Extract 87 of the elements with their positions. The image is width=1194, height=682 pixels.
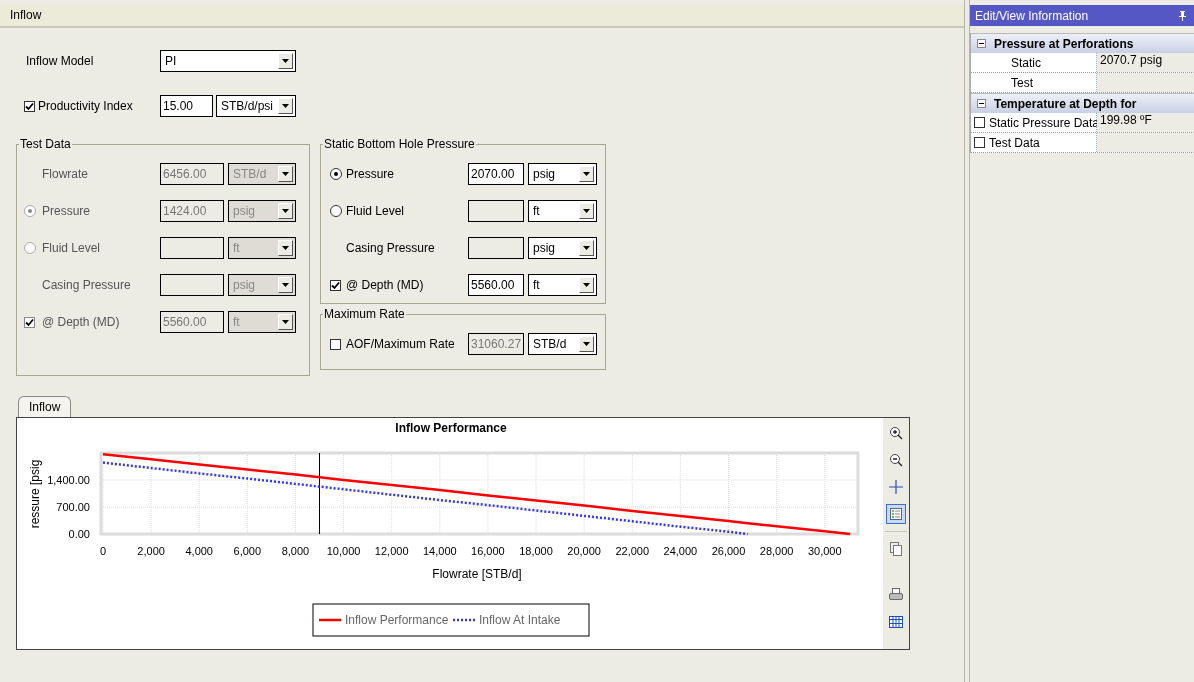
tick-label: 10,000 xyxy=(326,545,361,557)
caret-icon xyxy=(278,53,293,69)
radio-button[interactable] xyxy=(330,205,342,217)
collapse-icon[interactable] xyxy=(977,96,986,111)
caret-icon xyxy=(278,203,293,219)
model-dropdown[interactable]: PI xyxy=(160,50,296,72)
field-label: Pressure xyxy=(346,167,396,181)
caret-icon xyxy=(278,277,293,293)
field-label: Productivity Index xyxy=(38,99,133,113)
collapse-icon[interactable] xyxy=(977,36,986,51)
tick-label: 6,000 xyxy=(233,545,262,557)
caret-icon xyxy=(579,240,594,256)
tick-label: 26,000 xyxy=(711,545,746,557)
caret-icon xyxy=(278,240,293,256)
unit-dropdown[interactable]: STB/d xyxy=(528,333,597,355)
tick-label: 16,000 xyxy=(471,545,505,557)
pin-icon[interactable] xyxy=(1179,10,1186,21)
checkbox[interactable] xyxy=(974,137,985,148)
caret-icon xyxy=(579,336,594,352)
axis-label: ressure [psig xyxy=(28,459,42,529)
panel-title-text: Edit/View Information xyxy=(975,8,1089,23)
tick-label: 30,000 xyxy=(807,545,842,557)
field-label: Casing Pressure xyxy=(42,278,132,292)
tick-label: 18,000 xyxy=(519,545,553,557)
chart-title: Inflow Performance xyxy=(395,421,507,435)
field-label: @ Depth (MD) xyxy=(42,315,121,329)
field-label: AOF/Maximum Rate xyxy=(346,337,456,351)
field-label: Flowrate xyxy=(42,167,89,181)
property-name: Static xyxy=(1011,55,1041,70)
input-field[interactable]: 5560.00 xyxy=(468,274,524,296)
caret-icon xyxy=(579,166,594,182)
section-header[interactable]: Temperature at Depth for xyxy=(971,93,1194,113)
checkbox[interactable] xyxy=(330,279,341,291)
crosshair-icon[interactable] xyxy=(886,477,906,497)
tick-label: 1,400.00 xyxy=(47,474,90,486)
tick-label: 14,000 xyxy=(423,545,457,557)
section-title: Pressure at Perforations xyxy=(994,36,1134,51)
tick-label: 20,000 xyxy=(567,545,601,557)
checkbox[interactable] xyxy=(330,338,341,350)
legend-label: Inflow Performance xyxy=(345,613,449,627)
tick-label: 8,000 xyxy=(281,545,310,557)
input-field[interactable]: 15.00 xyxy=(160,95,213,117)
caret-icon xyxy=(278,314,293,330)
field-label: Casing Pressure xyxy=(346,241,436,255)
tick-label: 0.00 xyxy=(68,528,90,540)
tick-label: 24,000 xyxy=(663,545,698,557)
radio-button[interactable] xyxy=(330,168,342,180)
section-title: Temperature at Depth for xyxy=(994,96,1137,111)
unit-dropdown[interactable]: ft xyxy=(528,274,597,296)
checkbox[interactable] xyxy=(24,100,35,112)
caret-icon xyxy=(278,166,293,182)
legend-swatch xyxy=(453,618,475,622)
tick-label: 2,000 xyxy=(137,545,165,557)
axis-label: Flowrate [STB/d] xyxy=(432,567,522,581)
unit-dropdown[interactable]: ft xyxy=(528,200,597,222)
property-name: Test Data xyxy=(989,135,1040,150)
caret-icon xyxy=(579,203,594,219)
tab[interactable]: Inflow xyxy=(18,396,72,417)
property-value[interactable]: 2070.7 psig xyxy=(1097,53,1194,72)
group-title: Maximum Rate xyxy=(323,307,406,321)
field-label: @ Depth (MD) xyxy=(346,278,425,292)
tick-label: 12,000 xyxy=(374,545,409,557)
tick-label: 0 xyxy=(99,545,107,557)
tick-label: 4,000 xyxy=(185,545,213,557)
tick-label: 28,000 xyxy=(759,545,794,557)
caret-icon xyxy=(278,98,293,114)
field-label: Inflow Model xyxy=(26,54,95,68)
tick-label: 22,000 xyxy=(615,545,650,557)
unit-dropdown[interactable]: psig xyxy=(528,237,597,259)
field-label: Fluid Level xyxy=(42,241,102,255)
legend-label: Inflow At Intake xyxy=(479,613,561,627)
field-label: Fluid Level xyxy=(346,204,406,218)
property-value[interactable]: 199.98 ºF xyxy=(1097,113,1194,132)
unit-dropdown[interactable]: psig xyxy=(528,163,597,185)
caret-icon xyxy=(579,277,594,293)
property-name: Test xyxy=(1011,75,1033,90)
legend-icon[interactable] xyxy=(886,504,906,524)
group-title: Test Data xyxy=(19,137,72,151)
section-header[interactable]: Pressure at Perforations xyxy=(971,33,1194,53)
tick-label: 700.00 xyxy=(56,501,90,513)
group-title: Static Bottom Hole Pressure xyxy=(323,137,476,151)
legend-swatch xyxy=(319,618,341,622)
field-label: Pressure xyxy=(42,204,92,218)
checkbox[interactable] xyxy=(974,117,985,128)
input-field[interactable]: 2070.00 xyxy=(468,163,524,185)
panel-title: Inflow xyxy=(0,5,964,28)
unit-dropdown[interactable]: STB/d/psi xyxy=(216,95,296,117)
